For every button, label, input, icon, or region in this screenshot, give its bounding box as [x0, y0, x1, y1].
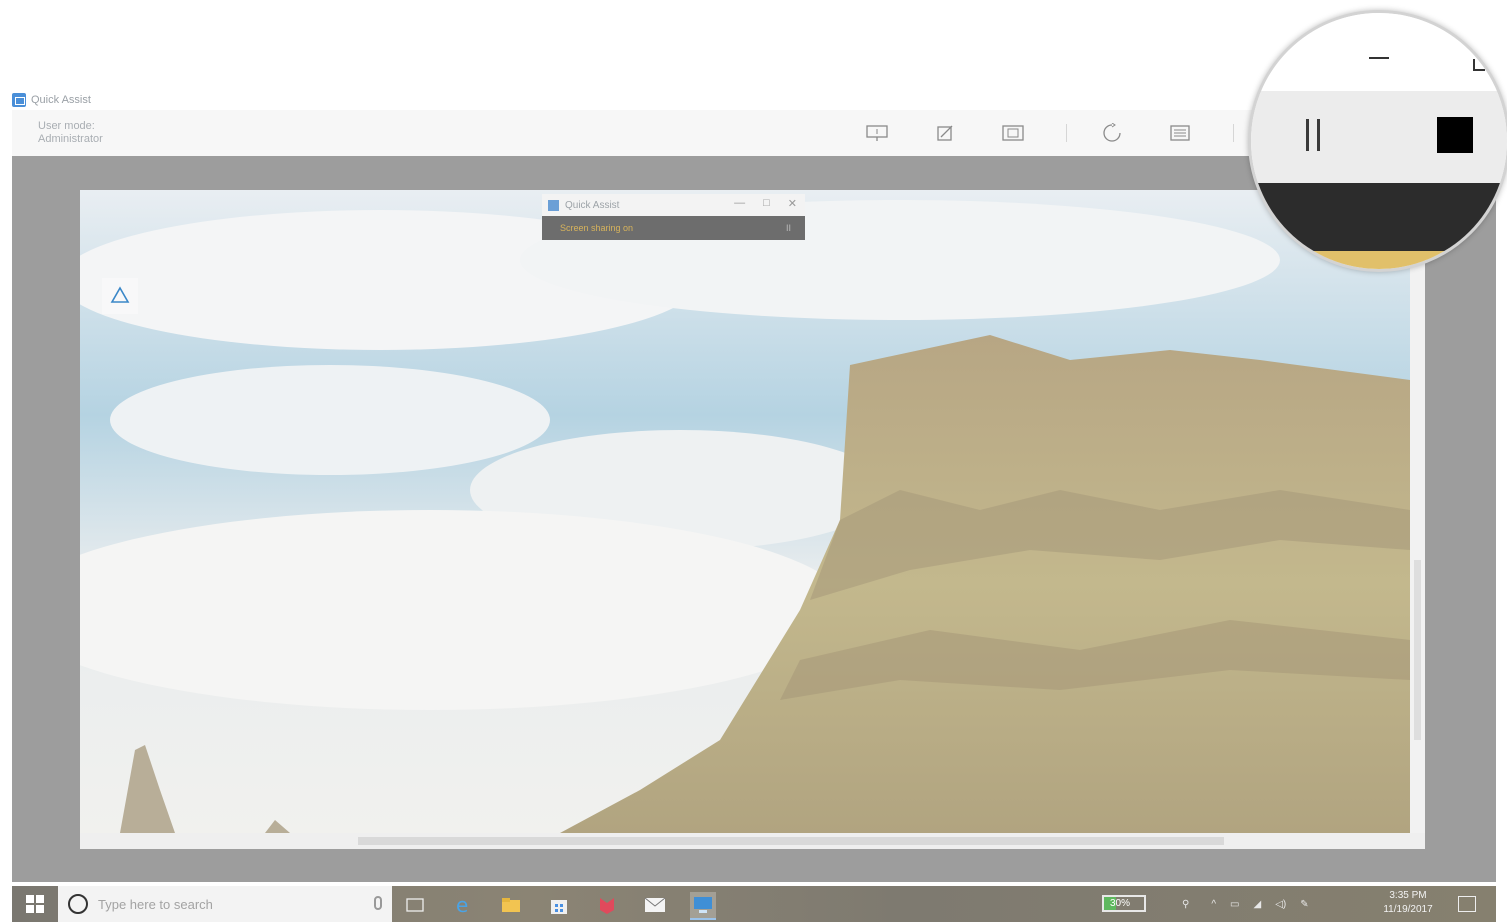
restart-icon — [1103, 123, 1121, 142]
system-tray: ⚲ ^ ▭ ◢ ◁) ✎ — [1182, 886, 1309, 922]
user-mode-label: User mode: — [38, 120, 95, 132]
edge-icon[interactable]: e — [450, 892, 476, 918]
select-monitor-button[interactable] — [862, 122, 892, 144]
taskbar: Type here to search e 30% ⚲ ^ ▭ ◢ ◁) ✎ 3… — [12, 886, 1496, 922]
cortana-icon[interactable] — [68, 894, 88, 914]
store-icon[interactable] — [546, 892, 572, 918]
annotate-icon — [937, 125, 953, 141]
quick-assist-logo-icon — [12, 93, 26, 107]
mail-icon[interactable] — [642, 892, 668, 918]
taskbar-search-box[interactable]: Type here to search — [58, 886, 392, 922]
select-monitor-icon — [866, 125, 888, 141]
popup-window-controls: — □ ✕ — [734, 197, 797, 210]
microphone-icon[interactable] — [374, 896, 382, 910]
action-center-icon[interactable] — [1458, 896, 1476, 912]
battery-percentage: 30% — [1110, 898, 1131, 909]
user-mode: User mode: Administrator — [38, 120, 103, 146]
security-app-icon[interactable] — [594, 892, 620, 918]
toolbar-icons — [862, 122, 1264, 144]
search-placeholder: Type here to search — [98, 896, 213, 912]
horizontal-scrollbar[interactable] — [80, 833, 1425, 849]
pen-icon[interactable]: ✎ — [1300, 899, 1308, 910]
toolbar-separator — [1066, 124, 1067, 142]
task-manager-icon — [1170, 125, 1190, 141]
wallpaper-image — [80, 190, 1410, 833]
magnifier-callout — [1248, 10, 1507, 272]
quick-assist-taskbar-icon[interactable] — [690, 892, 716, 920]
magnified-title-bar — [1251, 13, 1507, 91]
restart-button[interactable] — [1097, 122, 1127, 144]
horizontal-scroll-thumb[interactable] — [358, 837, 1224, 845]
recycle-bin-icon[interactable] — [102, 278, 138, 314]
popup-maximize-button[interactable]: □ — [763, 197, 770, 210]
restore-icon[interactable] — [1473, 59, 1485, 71]
svg-text:e: e — [456, 895, 468, 915]
stop-button[interactable] — [1437, 117, 1473, 153]
clock-date: 11/19/2017 — [1383, 904, 1433, 915]
battery-indicator[interactable]: 30% — [1102, 895, 1146, 912]
popup-title-bar: Quick Assist — □ ✕ — [542, 194, 805, 216]
magnified-viewer-edge — [1251, 183, 1507, 251]
screen-sharing-status: Screen sharing on — [560, 223, 634, 233]
chevron-up-icon[interactable]: ^ — [1211, 899, 1216, 910]
quick-assist-logo-icon — [548, 199, 559, 211]
pause-button[interactable] — [1303, 119, 1323, 151]
user-mode-value: Administrator — [38, 133, 103, 145]
task-manager-button[interactable] — [1165, 122, 1195, 144]
vertical-scroll-thumb[interactable] — [1414, 560, 1421, 740]
toolbar-separator — [1233, 124, 1234, 142]
magnified-remote-edge — [1311, 251, 1507, 269]
popup-title: Quick Assist — [565, 199, 620, 211]
network-icon[interactable]: ◢ — [1253, 899, 1261, 910]
actual-size-icon — [1002, 125, 1024, 141]
battery-tray-icon[interactable]: ▭ — [1230, 899, 1239, 910]
annotate-button[interactable] — [930, 122, 960, 144]
file-explorer-icon[interactable] — [498, 892, 524, 918]
people-icon[interactable]: ⚲ — [1182, 899, 1189, 910]
clock-time: 3:35 PM — [1389, 890, 1427, 901]
popup-minimize-button[interactable]: — — [734, 197, 745, 210]
taskbar-clock[interactable]: 3:35 PM 11/19/2017 — [1380, 889, 1436, 917]
start-button[interactable] — [26, 895, 44, 913]
remote-desktop-wallpaper[interactable] — [80, 190, 1410, 833]
volume-icon[interactable]: ◁) — [1275, 899, 1286, 910]
sharing-popup: Quick Assist — □ ✕ Screen sharing on II — [542, 194, 805, 240]
minimize-icon[interactable] — [1369, 57, 1389, 59]
actual-size-button[interactable] — [998, 122, 1028, 144]
popup-pause-button[interactable]: II — [786, 223, 791, 233]
task-view-icon[interactable] — [402, 892, 428, 918]
vertical-scrollbar[interactable] — [1410, 190, 1425, 833]
window-title-bar: Quick Assist — [12, 90, 91, 110]
popup-status-bar: Screen sharing on II — [542, 216, 805, 240]
window-title: Quick Assist — [31, 94, 91, 106]
popup-close-button[interactable]: ✕ — [788, 197, 797, 210]
